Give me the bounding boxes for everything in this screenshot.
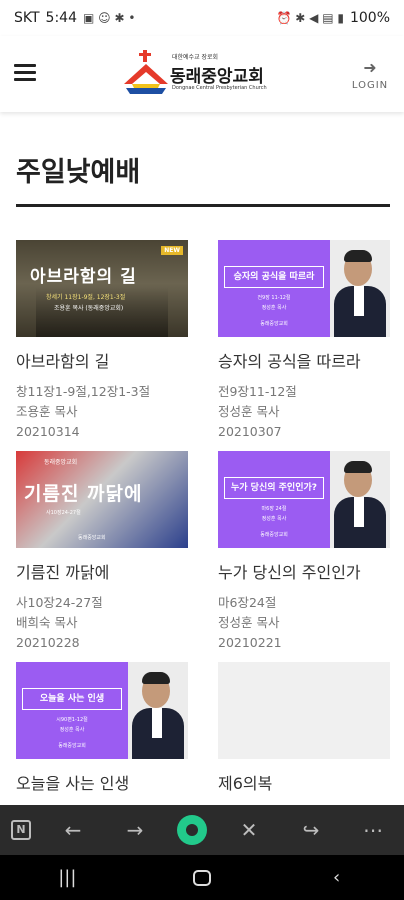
thumbnail-title: 누가 당신의 주인인가? xyxy=(230,483,317,493)
preacher-photo xyxy=(128,662,188,759)
system-nav-bar: ||| ‹ xyxy=(0,855,404,900)
recent-apps-icon[interactable]: ||| xyxy=(37,867,97,888)
browser-toolbar: N ← → ✕ ↪ ⋯ xyxy=(0,805,404,855)
thumbnail-scripture: 마6장 24절 xyxy=(261,506,287,512)
sermon-preacher: 조용훈 목사 xyxy=(16,404,78,419)
home-icon[interactable] xyxy=(172,869,232,886)
sermon-date: 20210307 xyxy=(218,424,282,439)
sermon-thumbnail-placeholder[interactable] xyxy=(218,662,390,759)
share-icon[interactable]: ↪ xyxy=(291,818,331,842)
thumbnail-title: 오늘을 사는 인생 xyxy=(39,694,105,704)
sermon-title[interactable]: 기름진 까닭에 xyxy=(16,559,188,583)
thumbnail-scripture: 사10장24-27절 xyxy=(46,510,81,516)
church-logo[interactable]: 대한예수교 장로회 동래중앙교회 Dongnae Central Presbyt… xyxy=(122,50,282,96)
sermon-thumbnail[interactable]: NEW 아브라함의 길 창세기 11장1-9절, 12장1-3절 조용훈 목사 … xyxy=(16,240,188,337)
sermon-scripture: 창11장1-9절,12장1-3절 xyxy=(16,384,151,399)
sermon-card[interactable]: NEW 아브라함의 길 창세기 11장1-9절, 12장1-3절 조용훈 목사 … xyxy=(16,240,188,442)
system-status-icon: ⏰ ✱ ◀ ▤ ▮ xyxy=(276,11,344,25)
sermon-card[interactable]: 오늘을 사는 인생 시90편1-12절 정성훈 목사 동래중앙교회 오늘을 사는… xyxy=(16,662,188,794)
thumbnail-title: 승자의 공식을 따르라 xyxy=(233,272,315,282)
sermon-preacher: 정성훈 목사 xyxy=(218,615,280,630)
logo-top-text: 대한예수교 장로회 xyxy=(172,54,219,61)
sermon-thumbnail[interactable]: 승자의 공식을 따르라 전9장 11-12절 정성훈 목사 동래중앙교회 xyxy=(218,240,390,337)
thumbnail-church: 동래중앙교회 xyxy=(260,321,288,327)
login-icon: ➜ xyxy=(363,58,377,77)
login-label: LOGIN xyxy=(351,80,389,91)
green-dot-icon[interactable] xyxy=(177,815,207,845)
sermon-card[interactable]: 승자의 공식을 따르라 전9장 11-12절 정성훈 목사 동래중앙교회 승자의… xyxy=(218,240,390,442)
notification-icon: ▣ ☺ ✱ • xyxy=(83,11,136,25)
status-bar: SKT 5:44 ▣ ☺ ✱ • ⏰ ✱ ◀ ▤ ▮ 100% xyxy=(0,0,404,36)
thumbnail-preacher: 조용훈 목사 (동래중앙교회) xyxy=(54,305,124,312)
sermon-thumbnail[interactable]: 오늘을 사는 인생 시90편1-12절 정성훈 목사 동래중앙교회 xyxy=(16,662,188,759)
hamburger-menu-icon[interactable] xyxy=(14,64,36,82)
back-icon[interactable]: ‹ xyxy=(307,867,367,888)
thumbnail-scripture: 시90편1-12절 xyxy=(56,717,88,723)
back-icon[interactable]: ← xyxy=(53,818,93,842)
time-label: 5:44 xyxy=(45,10,77,26)
sermon-card[interactable]: 제6의복 xyxy=(218,662,390,794)
title-divider xyxy=(16,204,390,207)
logo-subtitle: Dongnae Central Presbyterian Church xyxy=(172,85,267,91)
sermon-scripture: 마6장24절 xyxy=(218,595,277,610)
sermon-title[interactable]: 승자의 공식을 따르라 xyxy=(218,348,390,372)
sermon-date: 20210314 xyxy=(16,424,80,439)
sermon-scripture: 전9장11-12절 xyxy=(218,384,297,399)
site-header: 대한예수교 장로회 동래중앙교회 Dongnae Central Presbyt… xyxy=(0,36,404,112)
thumbnail-scripture: 전9장 11-12절 xyxy=(257,295,291,301)
thumbnail-church: 동래중앙교회 xyxy=(58,743,86,749)
thumbnail-preacher: 정성훈 목사 xyxy=(59,727,85,733)
logo-name: 동래중앙교회 xyxy=(170,67,264,87)
sermon-preacher: 정성훈 목사 xyxy=(218,404,280,419)
thumbnail-tag: 동래중앙교회 xyxy=(44,459,78,466)
sermon-card[interactable]: 동래중앙교회 기름진 까닭에 사10장24-27절 동래중앙교회 기름진 까닭에… xyxy=(16,451,188,653)
naver-icon[interactable]: N xyxy=(11,820,31,840)
thumbnail-preacher: 정성훈 목사 xyxy=(261,516,287,522)
carrier-label: SKT xyxy=(14,10,40,26)
sermon-date: 20210228 xyxy=(16,635,80,650)
login-button[interactable]: ➜ LOGIN xyxy=(350,58,390,92)
preacher-photo xyxy=(330,240,390,337)
sermon-date: 20210221 xyxy=(218,635,282,650)
thumbnail-church: 동래중앙교회 xyxy=(260,532,288,538)
forward-icon[interactable]: → xyxy=(115,818,155,842)
close-icon[interactable]: ✕ xyxy=(229,818,269,842)
sermon-title[interactable]: 아브라함의 길 xyxy=(16,348,188,372)
sermon-title[interactable]: 제6의복 xyxy=(218,770,390,794)
sermon-thumbnail[interactable]: 누가 당신의 주인인가? 마6장 24절 정성훈 목사 동래중앙교회 xyxy=(218,451,390,548)
sermon-title[interactable]: 오늘을 사는 인생 xyxy=(16,770,188,794)
sermon-card[interactable]: 누가 당신의 주인인가? 마6장 24절 정성훈 목사 동래중앙교회 누가 당신… xyxy=(218,451,390,653)
sermon-thumbnail[interactable]: 동래중앙교회 기름진 까닭에 사10장24-27절 동래중앙교회 xyxy=(16,451,188,548)
more-icon[interactable]: ⋯ xyxy=(353,818,393,842)
battery-label: 100% xyxy=(349,10,390,26)
page-title: 주일낮예배 xyxy=(16,157,141,188)
thumbnail-title: 기름진 까닭에 xyxy=(24,483,143,505)
thumbnail-scripture: 창세기 11장1-9절, 12장1-3절 xyxy=(46,294,126,301)
thumbnail-title: 아브라함의 길 xyxy=(30,267,137,287)
church-logo-icon xyxy=(124,50,168,94)
thumbnail-church: 동래중앙교회 xyxy=(78,535,106,541)
sermon-scripture: 사10장24-27절 xyxy=(16,595,103,610)
preacher-photo xyxy=(330,451,390,548)
sermon-preacher: 배희숙 목사 xyxy=(16,615,78,630)
sermon-title[interactable]: 누가 당신의 주인인가 xyxy=(218,559,390,583)
thumbnail-preacher: 정성훈 목사 xyxy=(261,305,287,311)
new-badge: NEW xyxy=(161,246,183,255)
